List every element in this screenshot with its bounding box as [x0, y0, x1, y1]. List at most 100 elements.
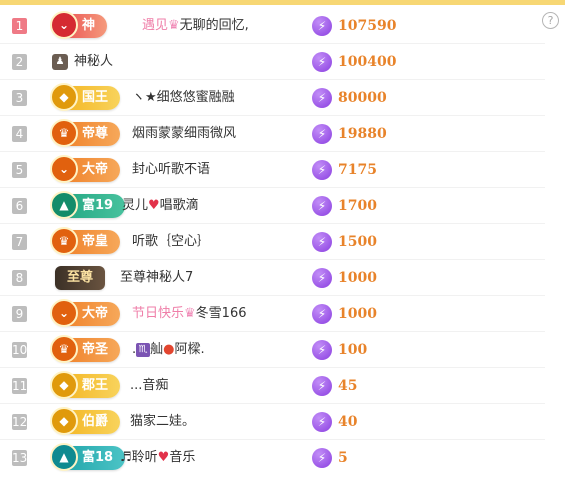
lightning-coin-icon: ⚡	[312, 340, 332, 360]
level-badge: ◆ 郡王	[50, 371, 121, 399]
rank-number: 2	[12, 54, 27, 70]
user-name-part: 唱歌滴	[159, 198, 199, 213]
level-badge: ◆ 伯爵	[50, 407, 121, 435]
user-name[interactable]: ...音痴	[130, 368, 168, 404]
list-item[interactable]: 1 ⌄ 神 遇见♛无聊的回忆, ⚡ 107590	[0, 8, 545, 44]
list-item[interactable]: 7 ♛ 帝皇 听歌｛空心｝ ⚡ 1500	[0, 224, 545, 260]
score-value: 45	[338, 378, 358, 394]
user-name[interactable]: 听歌｛空心｝	[132, 224, 210, 260]
lightning-coin-icon: ⚡	[312, 88, 332, 108]
level-badge: ▲ 富18	[50, 443, 126, 471]
score-value: 100400	[338, 54, 397, 70]
rank-number: 3	[12, 90, 27, 106]
level-badge: ♛ 帝圣	[50, 335, 121, 363]
badge-emblem-icon: ◆	[50, 83, 78, 111]
badge-emblem-icon: ▲	[50, 191, 78, 219]
level-badge: ♛ 帝尊	[50, 119, 121, 147]
badge-label: 神	[82, 18, 96, 33]
lightning-coin-icon: ⚡	[312, 376, 332, 396]
score-value: 40	[338, 414, 358, 430]
heart-icon: ♥	[157, 450, 170, 465]
list-item[interactable]: 6 ▲ 富19 灵儿♥唱歌滴 ⚡ 1700	[0, 188, 545, 224]
lightning-coin-icon: ⚡	[312, 16, 332, 36]
user-name-part: 阿樑.	[174, 342, 205, 357]
badge-emblem-icon: ◆	[50, 371, 78, 399]
lightning-coin-icon: ⚡	[312, 196, 332, 216]
user-name[interactable]: 灵儿♥唱歌滴	[122, 188, 199, 224]
rank-number: 7	[12, 234, 27, 250]
score-value: 80000	[338, 90, 387, 106]
heart-icon: ♥	[148, 198, 160, 213]
user-name[interactable]: 神秘人	[74, 44, 113, 80]
badge-label: 帝尊	[82, 126, 109, 141]
rank-number: 10	[12, 342, 28, 358]
user-name[interactable]: 封心听歌不语	[132, 152, 210, 188]
user-name[interactable]: 节日快乐♛冬雪166	[132, 296, 247, 332]
top-accent-bar	[0, 0, 565, 5]
lightning-coin-icon: ⚡	[312, 124, 332, 144]
user-name[interactable]: 猫家二娃。	[130, 404, 195, 440]
rank-number: 1	[12, 18, 27, 34]
lightning-coin-icon: ⚡	[312, 268, 332, 288]
badge-label: 郡王	[82, 378, 109, 393]
badge-emblem-icon: ◆	[50, 407, 78, 435]
badge-emblem-icon: ♛	[50, 119, 78, 147]
level-badge: ⌄ 神	[50, 11, 108, 39]
badge-label: 富18	[82, 450, 114, 465]
user-name[interactable]: 烟雨蒙蒙细雨微风	[132, 116, 236, 152]
user-name-rest: 冬雪166	[195, 306, 247, 321]
badge-emblem-icon: ♛	[50, 227, 78, 255]
list-item[interactable]: 2 ♟ 神秘人 ⚡ 100400	[0, 44, 545, 80]
badge-emblem-icon: ⌄	[50, 155, 78, 183]
list-item[interactable]: 12 ◆ 伯爵 猫家二娃。 ⚡ 40	[0, 404, 545, 440]
user-name[interactable]: ヽ★细悠悠蜜融融	[132, 80, 235, 116]
level-badge: ⌄ 大帝	[50, 155, 121, 183]
badge-label: 帝圣	[82, 342, 109, 357]
level-badge: ⌄ 大帝	[50, 299, 121, 327]
list-item[interactable]: 8 至尊 至尊神秘人7 ⚡ 1000	[0, 260, 545, 296]
list-item[interactable]: 11 ◆ 郡王 ...音痴 ⚡ 45	[0, 368, 545, 404]
lightning-coin-icon: ⚡	[312, 412, 332, 432]
score-value: 7175	[338, 162, 377, 178]
level-badge: ◆ 国王	[50, 83, 121, 111]
badge-label: 伯爵	[82, 414, 109, 429]
list-item[interactable]: 4 ♛ 帝尊 烟雨蒙蒙细雨微风 ⚡ 19880	[0, 116, 545, 152]
lightning-coin-icon: ⚡	[312, 52, 332, 72]
badge-emblem-icon: ⌄	[50, 299, 78, 327]
score-value: 107590	[338, 18, 397, 34]
list-item[interactable]: 10 ♛ 帝圣 . ♏ 舢●阿樑. ⚡ 100	[0, 332, 545, 368]
level-badge: 至尊	[55, 266, 106, 290]
user-name-part: 音乐	[169, 450, 196, 465]
level-badge: ♛ 帝皇	[50, 227, 121, 255]
user-name[interactable]: 至尊神秘人7	[120, 260, 193, 296]
rank-number: 4	[12, 126, 27, 142]
user-name[interactable]: ♬聆听♥音乐	[120, 440, 195, 476]
crown-icon: ♛	[168, 18, 180, 33]
zodiac-icon: ♏	[136, 342, 151, 357]
crown-icon: ♛	[184, 306, 196, 321]
badge-label: 至尊	[67, 270, 94, 285]
rank-number: 6	[12, 198, 27, 214]
tomato-icon: ●	[163, 342, 175, 357]
user-name[interactable]: . ♏ 舢●阿樑.	[132, 332, 205, 368]
badge-label: 富19	[82, 198, 114, 213]
lightning-coin-icon: ⚡	[312, 232, 332, 252]
score-value: 1500	[338, 234, 377, 250]
score-value: 1000	[338, 306, 377, 322]
user-name[interactable]: 遇见♛无聊的回忆,	[142, 8, 249, 44]
score-value: 19880	[338, 126, 387, 142]
level-badge: ▲ 富19	[50, 191, 126, 219]
score-value: 100	[338, 342, 368, 358]
list-item[interactable]: 9 ⌄ 大帝 节日快乐♛冬雪166 ⚡ 1000	[0, 296, 545, 332]
lightning-coin-icon: ⚡	[312, 160, 332, 180]
score-value: 5	[338, 450, 348, 466]
score-value: 1700	[338, 198, 377, 214]
lightning-coin-icon: ⚡	[312, 448, 332, 468]
badge-emblem-icon: ▲	[50, 443, 78, 471]
user-name-part: ♬聆听	[120, 450, 158, 465]
mystery-avatar-icon: ♟	[52, 54, 68, 70]
list-item[interactable]: 13 ▲ 富18 ♬聆听♥音乐 ⚡ 5	[0, 440, 545, 476]
list-item[interactable]: 3 ◆ 国王 ヽ★细悠悠蜜融融 ⚡ 80000	[0, 80, 545, 116]
user-name-part: 舢	[150, 342, 164, 357]
list-item[interactable]: 5 ⌄ 大帝 封心听歌不语 ⚡ 7175	[0, 152, 545, 188]
